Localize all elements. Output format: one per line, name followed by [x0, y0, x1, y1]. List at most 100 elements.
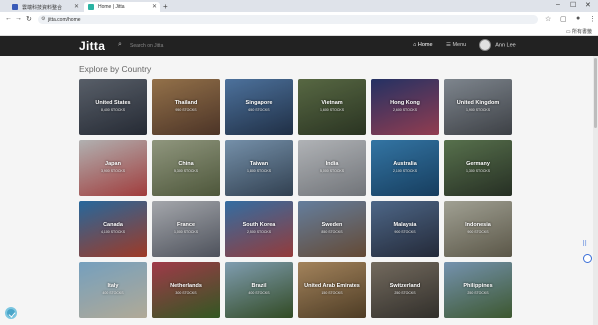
country-stock-count: 250 STOCKS [394, 291, 416, 295]
country-name: United Arab Emirates [304, 283, 360, 289]
country-name: Indonesia [465, 222, 491, 228]
country-card[interactable]: Japan 3,900 STOCKS [79, 140, 147, 196]
reload-icon[interactable]: ↻ [26, 15, 32, 23]
country-card[interactable]: Germany 1,300 STOCKS [444, 140, 512, 196]
scrollbar-thumb[interactable] [594, 58, 597, 128]
country-card[interactable]: South Korea 2,500 STOCKS [225, 201, 293, 257]
country-stock-count: 2,600 STOCKS [392, 108, 418, 112]
minimize-icon[interactable]: – [556, 1, 560, 8]
new-tab-button[interactable]: + [163, 2, 168, 11]
country-card[interactable]: Philippines 250 STOCKS [444, 262, 512, 318]
site-header: Jitta ⌕ ⌂ Home ☰ Menu Ann Lee [0, 36, 598, 56]
search-input[interactable] [130, 42, 208, 50]
country-card[interactable]: United Kingdom 1,900 STOCKS [444, 79, 512, 135]
site-logo[interactable]: Jitta [79, 39, 105, 53]
user-name: Ann Lee [495, 42, 516, 49]
country-card[interactable]: India 5,000 STOCKS [298, 140, 366, 196]
country-stock-count: 400 STOCKS [248, 291, 270, 295]
country-stock-count: 1,800 STOCKS [246, 169, 272, 173]
country-name: Sweden [321, 222, 343, 228]
nav-home-label: Home [417, 42, 433, 48]
card-overlay [371, 79, 439, 135]
country-stock-count: 900 STOCKS [394, 230, 416, 234]
bookmarks-bar: ▭ 所有書籤 [0, 27, 598, 36]
country-stock-count: 250 STOCKS [467, 291, 489, 295]
country-card[interactable]: Hong Kong 2,600 STOCKS [371, 79, 439, 135]
card-overlay [225, 201, 293, 257]
extensions-icon[interactable]: ▢ [560, 15, 567, 23]
country-stock-count: 300 STOCKS [175, 291, 197, 295]
nav-menu-label: Menu [452, 42, 467, 48]
url-text: jitta.com/home [48, 17, 81, 23]
card-overlay [225, 262, 293, 318]
page-title: Explore by Country [79, 64, 152, 74]
card-overlay [444, 201, 512, 257]
country-card[interactable]: Australia 2,100 STOCKS [371, 140, 439, 196]
home-icon: ⌂ [413, 42, 417, 48]
country-stock-count: 900 STOCKS [467, 230, 489, 234]
country-card[interactable]: Thailand 950 STOCKS [152, 79, 220, 135]
nav-menu-button[interactable]: ☰ Menu [446, 42, 466, 48]
all-bookmarks-button[interactable]: ▭ 所有書籤 [566, 28, 592, 35]
url-field[interactable]: ⚙ jitta.com/home [38, 15, 538, 24]
user-menu[interactable]: Ann Lee [479, 39, 516, 51]
close-icon[interactable]: ✕ [152, 3, 157, 10]
country-card[interactable]: Canada 4,100 STOCKS [79, 201, 147, 257]
country-card[interactable]: United Arab Emirates 150 STOCKS [298, 262, 366, 318]
bookmark-star-icon[interactable]: ☆ [545, 15, 551, 23]
country-card[interactable]: Vietnam 1,600 STOCKS [298, 79, 366, 135]
browser-tab-bar: 雲端科技資料整合 ✕ Home | Jitta ✕ + – ☐ ✕ [0, 0, 598, 12]
country-stock-count: 950 STOCKS [175, 108, 197, 112]
country-name: Switzerland [389, 283, 421, 289]
card-overlay [79, 79, 147, 135]
country-stock-count: 5,000 STOCKS [319, 169, 345, 173]
country-stock-count: 1,600 STOCKS [319, 108, 345, 112]
country-stock-count: 4,100 STOCKS [100, 230, 126, 234]
country-name: Japan [105, 161, 121, 167]
card-overlay [298, 140, 366, 196]
country-card[interactable]: Malaysia 900 STOCKS [371, 201, 439, 257]
profile-icon[interactable]: ● [576, 15, 580, 22]
country-stock-count: 150 STOCKS [321, 291, 343, 295]
browser-tab-0[interactable]: 雲端科技資料整合 ✕ [8, 2, 82, 12]
country-name: Singapore [245, 100, 273, 106]
country-stock-count: 650 STOCKS [248, 108, 270, 112]
assistant-icon[interactable] [583, 254, 592, 263]
country-card[interactable]: Italy 400 STOCKS [79, 262, 147, 318]
country-name: Italy [107, 283, 119, 289]
back-icon[interactable]: ← [5, 15, 12, 22]
tab-favicon-icon [88, 4, 94, 10]
country-card[interactable]: Taiwan 1,800 STOCKS [225, 140, 293, 196]
country-card[interactable]: China 5,300 STOCKS [152, 140, 220, 196]
site-info-icon[interactable]: ⚙ [41, 16, 45, 22]
country-name: United Kingdom [456, 100, 500, 106]
country-card[interactable]: Singapore 650 STOCKS [225, 79, 293, 135]
country-card[interactable]: Netherlands 300 STOCKS [152, 262, 220, 318]
address-bar: ← → ↻ ⚙ jitta.com/home ☆ ▢ ● ⋮ [0, 12, 598, 27]
nav-home-link[interactable]: ⌂ Home [413, 42, 433, 48]
browser-menu-icon[interactable]: ⋮ [589, 15, 596, 23]
country-name: Hong Kong [390, 100, 420, 106]
country-card[interactable]: Indonesia 900 STOCKS [444, 201, 512, 257]
country-card[interactable]: Brazil 400 STOCKS [225, 262, 293, 318]
browser-tab-1[interactable]: Home | Jitta ✕ [84, 2, 160, 12]
forward-icon[interactable]: → [15, 15, 22, 22]
card-overlay [444, 140, 512, 196]
country-card[interactable]: France 1,000 STOCKS [152, 201, 220, 257]
country-name: France [176, 222, 196, 228]
maximize-icon[interactable]: ☐ [570, 1, 576, 9]
scrollbar[interactable] [593, 56, 598, 325]
country-name: Taiwan [249, 161, 269, 167]
country-card[interactable]: United States 8,400 STOCKS [79, 79, 147, 135]
card-overlay [152, 201, 220, 257]
country-name: South Korea [242, 222, 276, 228]
close-window-icon[interactable]: ✕ [585, 1, 591, 9]
country-card[interactable]: Switzerland 250 STOCKS [371, 262, 439, 318]
close-icon[interactable]: ✕ [74, 3, 79, 10]
card-overlay [371, 262, 439, 318]
country-card[interactable]: Sweden 850 STOCKS [298, 201, 366, 257]
help-check-icon[interactable] [5, 307, 17, 319]
search-icon[interactable]: ⌕ [118, 41, 122, 49]
card-overlay [152, 262, 220, 318]
side-panel-icon[interactable]: ⠿ [582, 240, 587, 248]
